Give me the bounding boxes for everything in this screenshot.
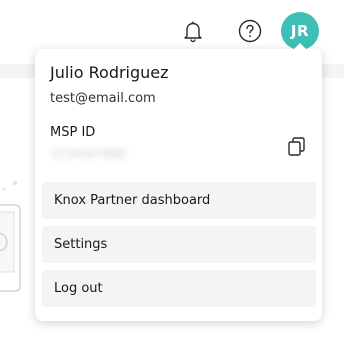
user-name: Julio Rodriguez	[50, 63, 169, 82]
menu-item-log-out[interactable]: Log out	[42, 270, 316, 307]
user-email: test@email.com	[50, 91, 156, 106]
menu-item-settings[interactable]: Settings	[42, 226, 316, 263]
dropdown-pointer	[292, 43, 308, 51]
help-circle-icon[interactable]	[232, 13, 268, 49]
bell-icon[interactable]	[175, 13, 211, 49]
msp-id-label: MSP ID	[50, 125, 96, 140]
msp-id-value: 1234567890	[50, 147, 127, 161]
profile-dropdown: Julio Rodriguez test@email.com MSP ID 12…	[35, 49, 322, 321]
background-illustration	[0, 181, 21, 292]
menu-item-knox-partner-dashboard[interactable]: Knox Partner dashboard	[42, 182, 316, 219]
copy-icon[interactable]	[284, 133, 310, 159]
